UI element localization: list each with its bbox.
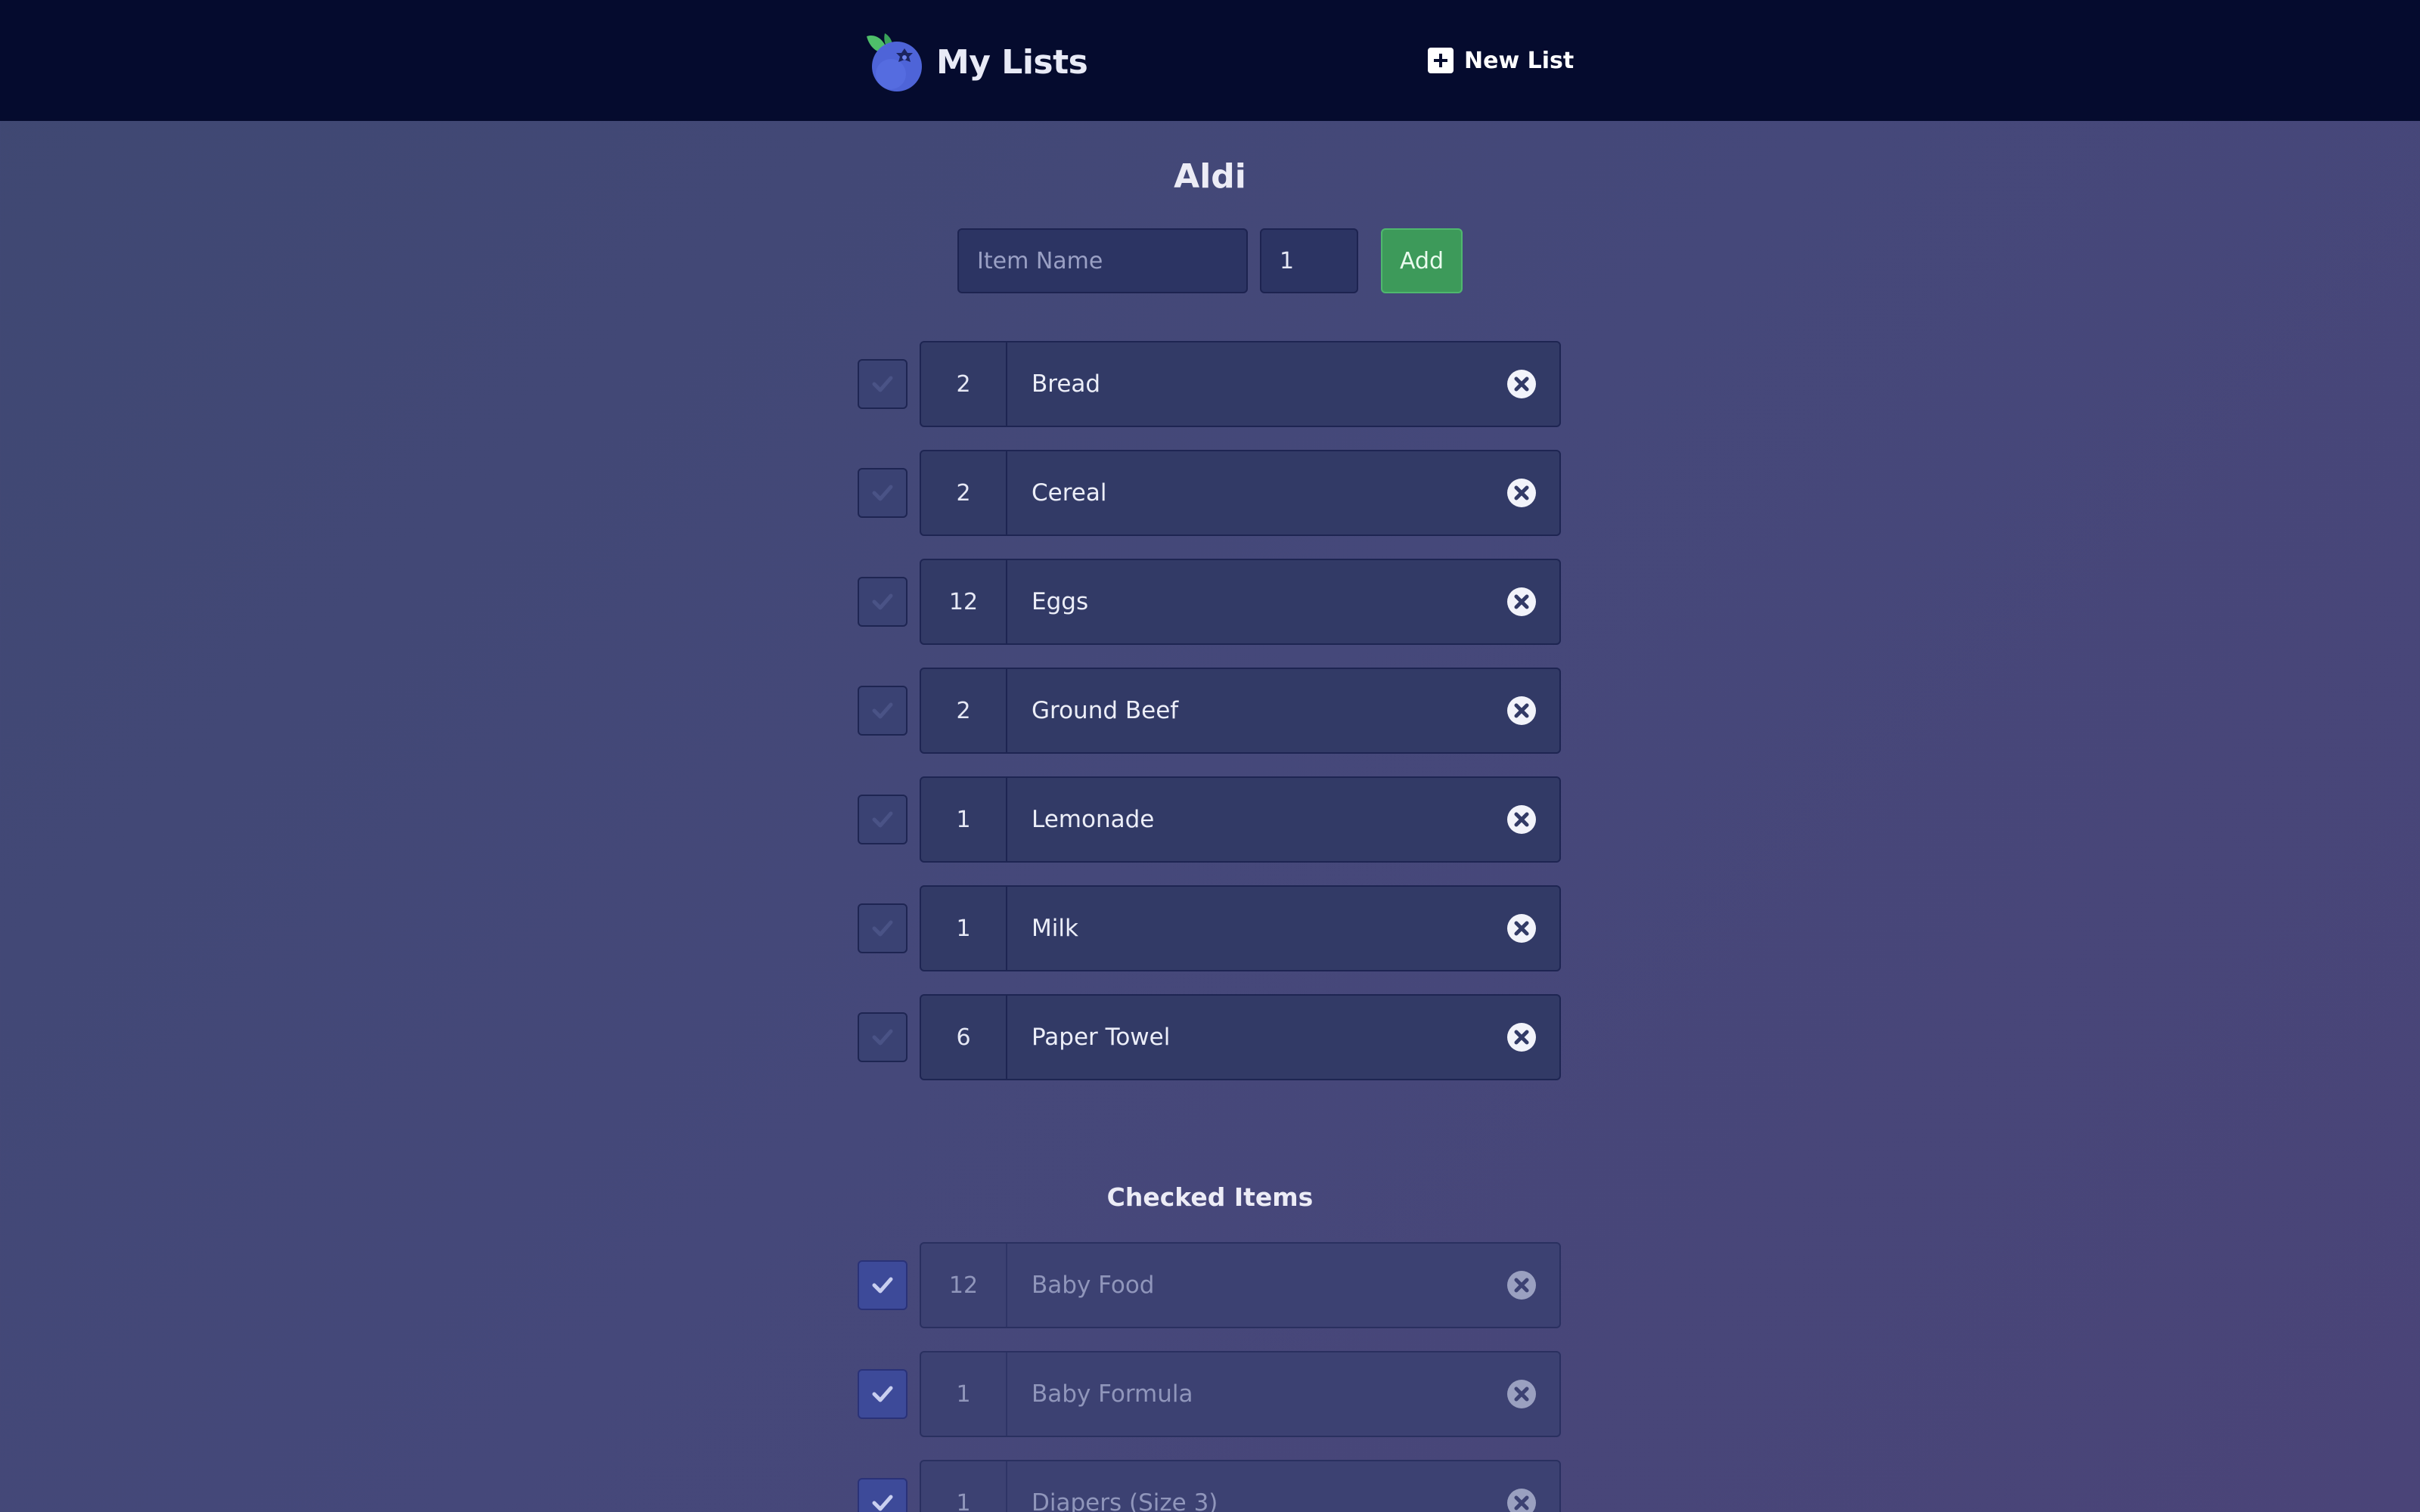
checkmark-icon [872,1277,893,1294]
item-name[interactable]: Bread [1032,342,1100,426]
blueberry-logo-icon [867,33,922,91]
list-item-row: 1 Lemonade [858,776,1561,863]
item-card[interactable]: 2 Cereal [920,450,1561,536]
item-name[interactable]: Ground Beef [1032,669,1178,752]
item-card[interactable]: 12 Baby Food [920,1242,1561,1328]
item-card[interactable]: 2 Bread [920,341,1561,427]
item-checkbox[interactable] [858,468,908,518]
item-quantity[interactable]: 1 [921,778,1007,861]
list-title: Aldi [1174,157,1246,196]
checkmark-icon [872,1495,893,1511]
plus-square-icon [1428,48,1454,73]
item-quantity[interactable]: 2 [921,451,1007,534]
item-name[interactable]: Baby Formula [1032,1352,1193,1436]
checkmark-icon [872,485,893,501]
item-card[interactable]: 1 Milk [920,885,1561,971]
item-quantity[interactable]: 1 [921,1352,1007,1436]
checkmark-icon [872,1386,893,1402]
item-checkbox[interactable] [858,795,908,844]
close-circle-icon[interactable] [1506,369,1537,399]
item-card[interactable]: 2 Ground Beef [920,668,1561,754]
item-quantity[interactable]: 6 [921,996,1007,1079]
close-circle-icon[interactable] [1506,913,1537,943]
checked-item-row: 12 Baby Food [858,1242,1561,1328]
item-name-input[interactable] [957,228,1248,293]
close-circle-icon[interactable] [1506,1022,1537,1052]
checkmark-icon [872,376,893,392]
item-checkbox[interactable] [858,1260,908,1310]
list-item-row: 2 Bread [858,341,1561,427]
item-card[interactable]: 1 Baby Formula [920,1351,1561,1437]
checkmark-icon [872,593,893,610]
item-name[interactable]: Lemonade [1032,778,1154,861]
close-circle-icon[interactable] [1506,587,1537,617]
item-quantity[interactable]: 12 [921,560,1007,643]
item-name[interactable]: Diapers (Size 3) [1032,1461,1218,1512]
top-navbar: My Lists New List [0,0,2420,121]
close-circle-icon[interactable] [1506,1270,1537,1300]
item-card[interactable]: 1 Diapers (Size 3) [920,1460,1561,1512]
item-checkbox[interactable] [858,1012,908,1062]
quantity-input[interactable] [1260,228,1358,293]
checked-items-title: Checked Items [1106,1182,1314,1212]
add-button[interactable]: Add [1381,228,1463,293]
item-quantity[interactable]: 2 [921,669,1007,752]
new-list-label: New List [1464,47,1575,74]
checkmark-icon [872,811,893,828]
close-circle-icon[interactable] [1506,1379,1537,1409]
brand-title: My Lists [936,42,1088,82]
item-checkbox[interactable] [858,577,908,627]
item-checkbox[interactable] [858,359,908,409]
brand[interactable]: My Lists [862,30,1088,94]
item-checkbox[interactable] [858,903,908,953]
item-name[interactable]: Cereal [1032,451,1106,534]
checked-item-row: 1 Diapers (Size 3) [858,1460,1561,1512]
close-circle-icon[interactable] [1506,696,1537,726]
list-item-row: 1 Milk [858,885,1561,971]
item-name[interactable]: Milk [1032,887,1078,970]
checkmark-icon [872,1029,893,1046]
item-checkbox[interactable] [858,1478,908,1512]
close-circle-icon[interactable] [1506,1488,1537,1512]
checkmark-icon [872,702,893,719]
item-checkbox[interactable] [858,1369,908,1419]
item-name[interactable]: Baby Food [1032,1244,1154,1327]
item-name[interactable]: Paper Towel [1032,996,1170,1079]
item-name[interactable]: Eggs [1032,560,1088,643]
list-item-row: 2 Ground Beef [858,668,1561,754]
item-card[interactable]: 1 Lemonade [920,776,1561,863]
new-list-button[interactable]: New List [1428,44,1574,77]
item-card[interactable]: 6 Paper Towel [920,994,1561,1080]
checked-item-row: 1 Baby Formula [858,1351,1561,1437]
close-circle-icon[interactable] [1506,804,1537,835]
item-card[interactable]: 12 Eggs [920,559,1561,645]
checkmark-icon [872,920,893,937]
item-quantity[interactable]: 2 [921,342,1007,426]
close-circle-icon[interactable] [1506,478,1537,508]
list-item-row: 2 Cereal [858,450,1561,536]
item-quantity[interactable]: 1 [921,887,1007,970]
list-item-row: 6 Paper Towel [858,994,1561,1080]
list-item-row: 12 Eggs [858,559,1561,645]
item-quantity[interactable]: 12 [921,1244,1007,1327]
item-quantity[interactable]: 1 [921,1461,1007,1512]
item-checkbox[interactable] [858,686,908,736]
